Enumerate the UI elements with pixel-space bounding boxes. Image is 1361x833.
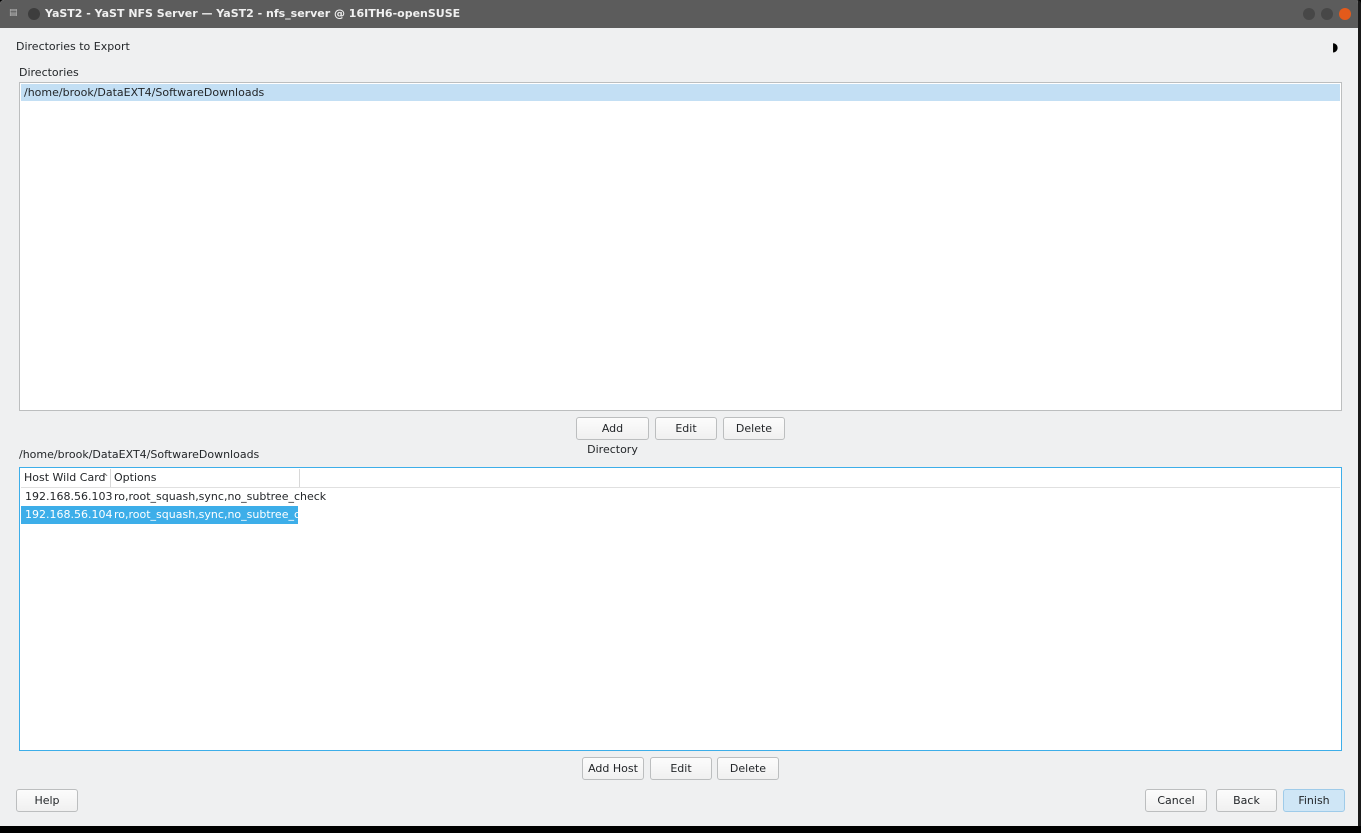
column-header-options[interactable]: Options [111,469,300,487]
options-cell: ro,root_squash,sync,no_subtree_check [114,508,327,521]
table-row[interactable]: 192.168.56.103 ro,root_squash,sync,no_su… [21,488,326,506]
hosts-label: /home/brook/DataEXT4/SoftwareDownloads [19,448,260,461]
yast-window: ▤ YaST2 - YaST NFS Server — YaST2 - nfs_… [0,0,1361,826]
maximize-button[interactable] [1321,8,1333,20]
hosts-table-header: Host Wild Card ^ Options [21,469,1340,488]
directory-path: /home/brook/DataEXT4/SoftwareDownloads [24,86,265,99]
directories-list[interactable]: /home/brook/DataEXT4/SoftwareDownloads [19,82,1342,411]
table-row-selected[interactable]: 192.168.56.104 ro,root_squash,sync,no_su… [21,506,326,524]
theme-icon[interactable]: ◗ [1332,40,1338,54]
hosts-table[interactable]: Host Wild Card ^ Options 192.168.56.103 … [19,467,1342,751]
delete-directory-button[interactable]: Delete [723,417,785,440]
app-menu-icon[interactable]: ▤ [9,8,18,18]
add-host-button[interactable]: Add Host [582,757,644,780]
column-header-host[interactable]: Host Wild Card ^ [21,469,111,487]
finish-button[interactable]: Finish [1283,789,1345,812]
host-cell: 192.168.56.104 [25,508,113,521]
window-title: YaST2 - YaST NFS Server — YaST2 - nfs_se… [45,7,461,20]
back-button[interactable]: Back [1216,789,1277,812]
minimize-button[interactable] [1303,8,1315,20]
edit-host-button[interactable]: Edit [650,757,712,780]
options-cell: ro,root_squash,sync,no_subtree_check [114,490,327,503]
cancel-button[interactable]: Cancel [1145,789,1207,812]
delete-host-button[interactable]: Delete [717,757,779,780]
close-button[interactable] [1339,8,1351,20]
help-button[interactable]: Help [16,789,78,812]
host-cell: 192.168.56.103 [25,490,113,503]
column-options-label: Options [114,471,157,484]
add-directory-button[interactable]: Add Directory [576,417,649,456]
column-host-label: Host Wild Card [24,471,106,484]
directory-row[interactable]: /home/brook/DataEXT4/SoftwareDownloads [21,84,1340,101]
keep-above-icon[interactable] [28,8,40,20]
title-bar[interactable]: ▤ YaST2 - YaST NFS Server — YaST2 - nfs_… [0,0,1358,28]
sort-ascending-icon: ^ [101,473,109,483]
directories-label: Directories [19,66,79,79]
page-heading: Directories to Export [16,40,130,53]
edit-directory-button[interactable]: Edit [655,417,717,440]
